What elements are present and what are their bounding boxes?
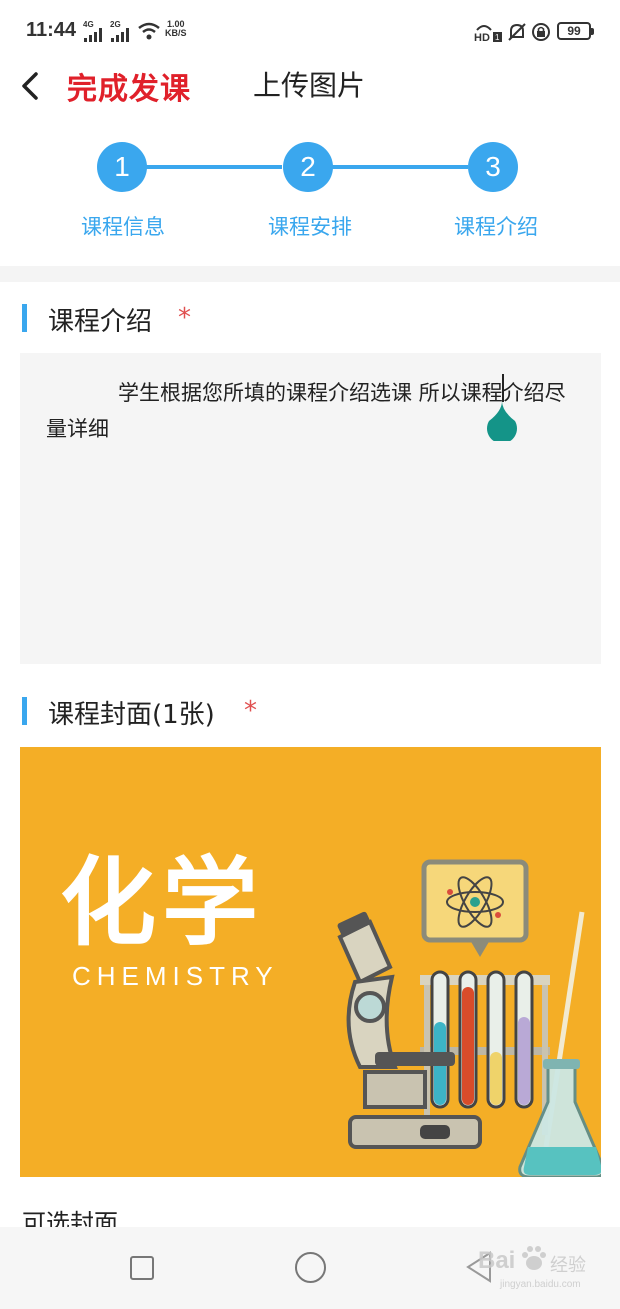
mute-bell-icon — [508, 23, 526, 41]
watermark-brand-cn: 经验 — [550, 1255, 586, 1276]
chevron-left-icon — [22, 72, 38, 100]
app-title: 完成发课 — [67, 72, 191, 107]
cover-subtitle: CHEMISTRY — [72, 961, 279, 991]
lock-rotation-icon — [532, 23, 550, 41]
paw-logo-icon — [522, 1246, 546, 1270]
step-1-label[interactable]: 课程信息 — [53, 211, 193, 241]
step-indicator: 1 2 3 课程信息 课程安排 课程介绍 — [0, 136, 620, 266]
step-2-label[interactable]: 课程安排 — [240, 211, 380, 241]
wifi-icon — [138, 22, 160, 40]
cursor-handle-icon[interactable] — [485, 401, 519, 441]
step-3-circle[interactable]: 3 — [468, 142, 518, 192]
status-time: 11:44 — [26, 19, 77, 41]
system-navigation-bar: Bai 经验 jingyan.baidu.com — [0, 1227, 620, 1309]
cellular-signal-2-icon — [111, 28, 129, 42]
watermark-url: jingyan.baidu.com — [500, 1279, 581, 1290]
cellular-signal-icon — [84, 28, 102, 42]
cover-title: 化学 — [60, 847, 264, 959]
step-1-circle[interactable]: 1 — [97, 142, 147, 192]
battery-icon: 99 — [557, 22, 594, 40]
back-button[interactable] — [12, 62, 52, 108]
section-accent-bar — [22, 697, 27, 725]
step-3-label[interactable]: 课程介绍 — [426, 211, 566, 241]
network-speed-unit: KB/S — [165, 28, 187, 38]
page-title: 上传图片 — [253, 69, 366, 102]
network-speed: 1.00 KB/S — [165, 20, 187, 38]
status-bar: 11:44 4G 2G 1.00 KB/S HD 1 99 — [0, 0, 620, 62]
required-mark: * — [244, 696, 257, 726]
cover-section-title: 课程封面(1张) — [48, 700, 215, 730]
section-accent-bar — [22, 304, 27, 332]
recent-apps-button[interactable] — [130, 1256, 154, 1280]
course-intro-textarea[interactable]: 学生根据您所填的课程介绍选课 所以课程介绍尽量详细 — [20, 353, 601, 664]
required-mark: * — [178, 303, 191, 333]
step-connector-1 — [146, 165, 282, 169]
home-button[interactable] — [295, 1252, 326, 1283]
step-connector-2 — [332, 165, 468, 169]
watermark-brand: Bai — [478, 1247, 516, 1274]
text-cursor — [502, 374, 504, 402]
step-2-circle[interactable]: 2 — [283, 142, 333, 192]
cover-image[interactable]: 化学 CHEMISTRY — [20, 747, 601, 1177]
hd-label: HD — [474, 32, 490, 42]
hd-sub-label: 1 — [495, 33, 500, 42]
lab-equipment-illustration — [337, 859, 601, 1177]
hd-voice-icon: HD 1 — [474, 22, 502, 44]
intro-section-title: 课程介绍 — [48, 307, 153, 337]
section-divider — [0, 266, 620, 282]
